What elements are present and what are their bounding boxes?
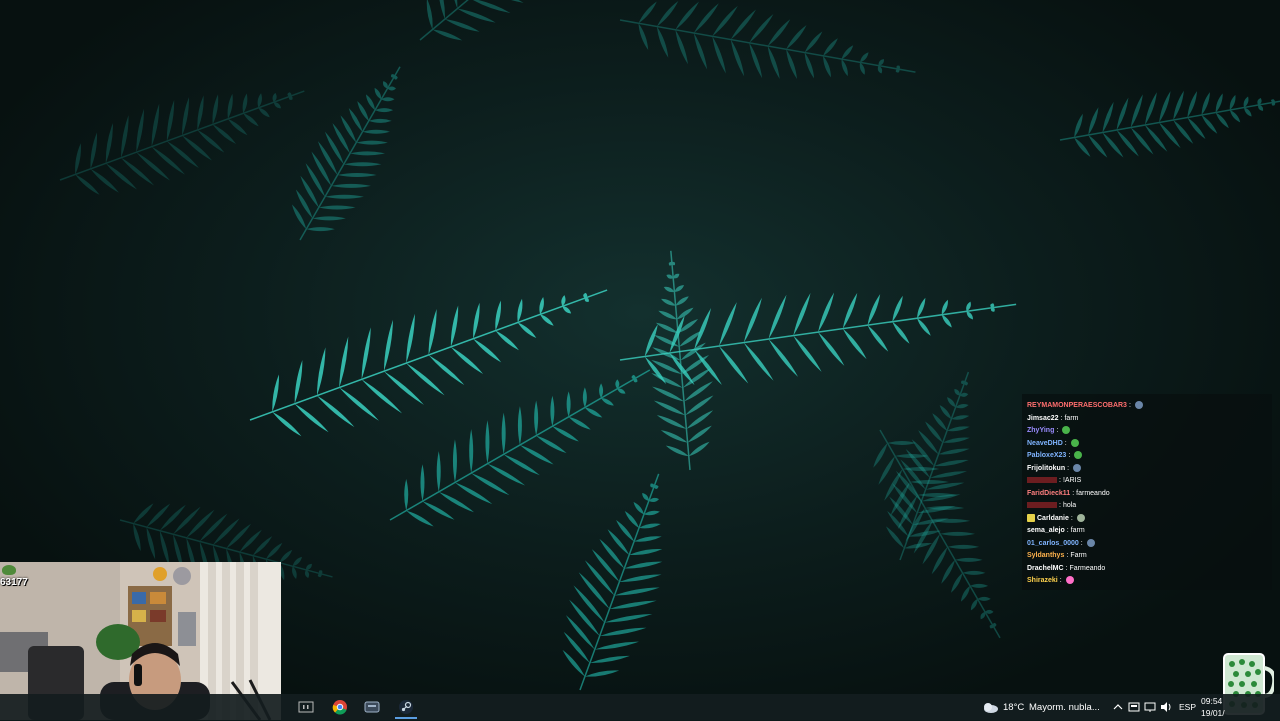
- chat-overlay: REYMAMONPERAESCOBAR3: Jimsac22: farm ZhyYin…: [1022, 394, 1272, 590]
- chrome-icon[interactable]: [330, 697, 350, 717]
- chat-separator: :: [1059, 502, 1061, 509]
- chat-separator: :: [1060, 414, 1063, 422]
- chat-username[interactable]: DrachelMC: [1027, 565, 1064, 572]
- chat-text: Farm: [1070, 552, 1087, 559]
- weather-desc[interactable]: Mayorm. nubla...: [1029, 702, 1100, 713]
- chat-message: Carldanie:: [1022, 513, 1272, 526]
- chat-username[interactable]: [1027, 477, 1057, 484]
- badge-icon: [1027, 513, 1035, 522]
- chat-username[interactable]: ZhyYing: [1027, 427, 1054, 434]
- chat-separator: :: [1065, 564, 1068, 572]
- chat-username[interactable]: PabloxeX23: [1027, 452, 1066, 459]
- chat-message: NeaveDHD:: [1022, 438, 1272, 451]
- chat-separator: :: [1128, 402, 1131, 409]
- chat-username[interactable]: Jimsac22: [1027, 415, 1059, 422]
- taskbar: 18°C Mayorm. nubla... ESP 09:54 19/01/: [0, 694, 1280, 720]
- fern-frond: [619, 292, 1017, 386]
- app-icon[interactable]: [362, 697, 382, 717]
- chat-username[interactable]: NeaveDHD: [1027, 440, 1063, 447]
- chat-message: sema_alejo: farm: [1022, 525, 1272, 538]
- chat-username[interactable]: FaridDieck11: [1027, 490, 1070, 497]
- chat-separator: :: [1059, 477, 1061, 484]
- chat-separator: :: [1056, 427, 1059, 434]
- chat-message: PabloxeX23:: [1022, 450, 1272, 463]
- steam-icon[interactable]: [396, 697, 416, 717]
- weather-temp: 18°C: [1003, 702, 1025, 713]
- chat-separator: :: [1080, 539, 1083, 547]
- chat-separator: :: [1067, 464, 1070, 472]
- chat-username[interactable]: [1027, 502, 1057, 509]
- globe-emote: [1086, 538, 1095, 547]
- chat-username[interactable]: Carldanie: [1037, 515, 1069, 522]
- chat-message: Frijolitokun:: [1022, 463, 1272, 476]
- chat-text: !ARIS: [1062, 477, 1082, 484]
- chat-separator: :: [1066, 552, 1069, 559]
- feather-emote: [1065, 576, 1074, 585]
- fern-frond: [59, 90, 305, 195]
- clock-time[interactable]: 09:54: [1201, 696, 1222, 706]
- volume-icon[interactable]: [1156, 697, 1176, 717]
- chat-text: farm: [1070, 527, 1085, 534]
- chat-message: FaridDieck11: farmeando: [1022, 488, 1272, 501]
- chat-text: Farmeando: [1069, 564, 1106, 572]
- chat-username[interactable]: Frijolitokun: [1027, 465, 1065, 472]
- chat-separator: :: [1066, 527, 1069, 534]
- chat-text: hola: [1062, 502, 1077, 509]
- sub-counter: 63177: [0, 563, 44, 589]
- chat-separator: :: [1072, 489, 1075, 497]
- sub-count-value: 63177: [0, 577, 28, 588]
- chat-username[interactable]: Shirazeki: [1027, 577, 1058, 584]
- chat-username[interactable]: Syldanthys: [1027, 552, 1064, 559]
- chat-separator: :: [1070, 514, 1073, 522]
- chat-message: Shirazeki:: [1022, 575, 1272, 588]
- fern-frond: [619, 1, 916, 79]
- frog-icon: [2, 565, 16, 575]
- twitch-icon[interactable]: [296, 697, 316, 717]
- chat-separator: :: [1059, 577, 1062, 584]
- chat-message: Syldanthys: Farm: [1022, 550, 1272, 563]
- chat-text: farm: [1064, 414, 1079, 422]
- clock-date[interactable]: 19/01/: [1201, 708, 1225, 718]
- chat-text: farmeando: [1076, 489, 1110, 497]
- chat-message: REYMAMONPERAESCOBAR3:: [1022, 400, 1272, 413]
- fern-frond: [419, 0, 524, 41]
- fern-frond: [1059, 90, 1280, 158]
- steam-active-indicator: [395, 717, 417, 719]
- chat-message: DrachelMC: Farmeando: [1022, 563, 1272, 576]
- pepe-emote: [1074, 451, 1083, 460]
- pepe-emote: [1070, 438, 1079, 447]
- chat-username[interactable]: 01_carlos_0000: [1027, 540, 1079, 547]
- chat-message: : !ARIS: [1022, 475, 1272, 488]
- fern-frond: [292, 66, 401, 241]
- clock-emote: [1076, 513, 1085, 522]
- chat-message: 01_carlos_0000:: [1022, 538, 1272, 551]
- chat-username[interactable]: sema_alejo: [1027, 527, 1065, 534]
- chat-message: ZhyYing:: [1022, 425, 1272, 438]
- language-indicator[interactable]: ESP: [1179, 702, 1196, 712]
- chat-separator: :: [1064, 439, 1067, 447]
- globe-emote: [1073, 463, 1082, 472]
- weather-icon[interactable]: [980, 697, 1000, 717]
- pepe-emote: [1062, 426, 1071, 435]
- fern-frond: [562, 473, 663, 691]
- chat-separator: :: [1068, 452, 1071, 459]
- fern-frond: [389, 369, 651, 527]
- globe-emote: [1134, 401, 1143, 410]
- chat-username[interactable]: REYMAMONPERAESCOBAR3: [1027, 402, 1127, 409]
- chat-message: Jimsac22: farm: [1022, 413, 1272, 426]
- chat-message: : hola: [1022, 500, 1272, 513]
